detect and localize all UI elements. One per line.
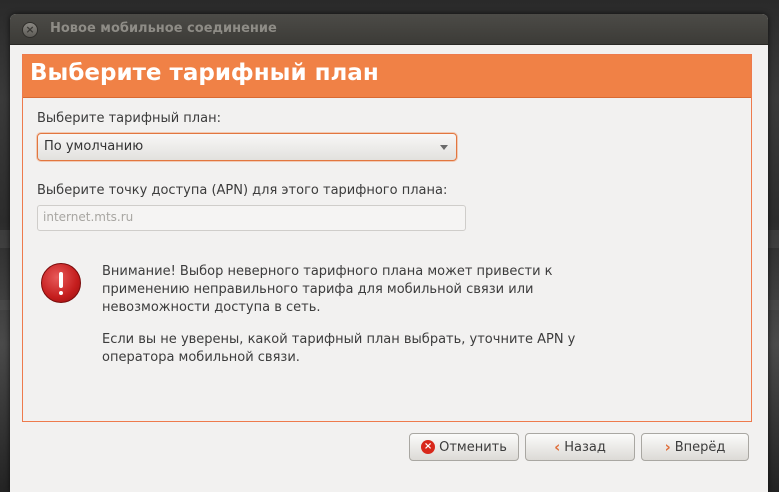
title-bar[interactable]: × Новое мобильное соединение [10,14,768,45]
close-icon[interactable]: × [22,22,38,38]
warning-line-2: применению неправильного тарифа для моби… [102,282,534,297]
back-button[interactable]: ‹ Назад [525,433,635,461]
page-title: Выберите тарифный план [30,60,379,86]
assistant-page: Выберите тарифный план Выберите тарифный… [22,54,752,422]
plan-select-value: По умолчанию [44,139,144,154]
chevron-down-icon [440,145,448,150]
warning-line-1: Внимание! Выбор неверного тарифного план… [102,264,553,279]
plan-label: Выберите тарифный план: [37,111,221,126]
cancel-button-label: Отменить [439,439,507,455]
chevron-left-icon: ‹ [554,438,561,456]
forward-button[interactable]: › Вперёд [641,433,749,461]
apn-field-value: internet.mts.ru [43,210,134,224]
cancel-icon: × [421,440,436,454]
page-banner: Выберите тарифный план [23,55,751,98]
warning-line-5: оператора мобильной связи. [102,350,300,365]
window-title: Новое мобильное соединение [50,21,277,36]
warning-icon [41,263,81,303]
cancel-button[interactable]: × Отменить [409,433,519,461]
apn-label: Выберите точку доступа (APN) для этого т… [37,183,448,198]
warning-line-4: Если вы не уверены, какой тарифный план … [102,332,576,347]
dialog-window: × Новое мобильное соединение Выберите та… [10,14,768,492]
forward-button-label: Вперёд [674,439,726,455]
chevron-right-icon: › [664,438,671,456]
plan-select[interactable]: По умолчанию [37,133,457,161]
apn-field[interactable]: internet.mts.ru [37,205,466,231]
back-button-label: Назад [564,439,606,455]
warning-line-3: невозможности доступа в сеть. [102,300,321,315]
